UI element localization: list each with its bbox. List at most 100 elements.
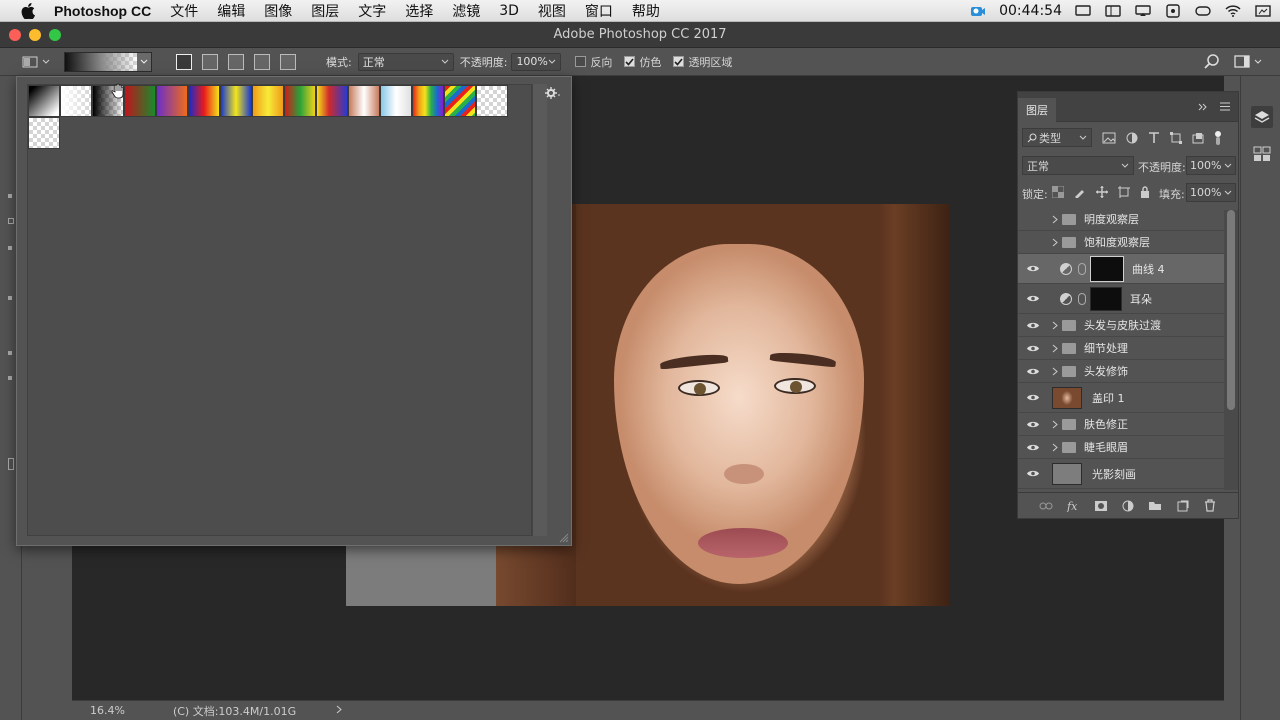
- gradient-preset-swatch[interactable]: [412, 85, 444, 117]
- gradient-preset-swatch[interactable]: [252, 85, 284, 117]
- gradient-preview-swatch[interactable]: [65, 52, 137, 71]
- check-icon[interactable]: [673, 56, 685, 67]
- menu-view[interactable]: 视图: [538, 1, 566, 21]
- layer-thumbnail[interactable]: [1052, 386, 1082, 409]
- layer-filter-select[interactable]: 类型: [1022, 128, 1092, 147]
- tab-layers[interactable]: 图层: [1018, 98, 1056, 122]
- layer-row[interactable]: 明度观察层: [1018, 208, 1224, 231]
- link-layers-icon[interactable]: [1039, 500, 1053, 512]
- add-mask-icon[interactable]: [1094, 500, 1108, 512]
- gradient-preset-swatch[interactable]: [220, 85, 252, 117]
- transparency-checkbox[interactable]: 透明区域: [673, 54, 732, 70]
- new-adjustment-layer-icon[interactable]: [1121, 500, 1135, 512]
- layer-mask-thumbnail[interactable]: [1090, 255, 1124, 282]
- angle-gradient-button[interactable]: [228, 53, 244, 70]
- layer-opacity-field[interactable]: 100%: [1186, 156, 1236, 175]
- chevron-right-icon[interactable]: [1048, 420, 1062, 429]
- chevron-right-icon[interactable]: [1048, 238, 1062, 247]
- linear-gradient-button[interactable]: [176, 53, 192, 70]
- reflected-gradient-button[interactable]: [254, 53, 270, 70]
- menu-help[interactable]: 帮助: [632, 1, 660, 21]
- menu-window[interactable]: 窗口: [585, 1, 613, 21]
- chevron-right-icon[interactable]: [1048, 367, 1062, 376]
- gear-icon[interactable]: [545, 87, 560, 101]
- mode-select[interactable]: 正常: [357, 52, 454, 71]
- adjustments-panel-icon[interactable]: [1253, 146, 1271, 165]
- menu-image[interactable]: 图像: [264, 1, 292, 21]
- gradient-preset-swatch[interactable]: [124, 85, 156, 117]
- menu-select[interactable]: 选择: [405, 1, 433, 21]
- layer-mask-thumbnail[interactable]: [1090, 286, 1122, 311]
- link-icon[interactable]: [1078, 292, 1086, 305]
- display-icon[interactable]: [1074, 4, 1092, 18]
- gradient-preset-swatch[interactable]: [60, 85, 92, 117]
- layer-style-fx-icon[interactable]: fx: [1066, 500, 1080, 512]
- eye-icon[interactable]: [1018, 420, 1048, 429]
- eye-icon[interactable]: [1018, 294, 1048, 303]
- chevron-right-icon[interactable]: [1048, 321, 1062, 330]
- sidebar-icon[interactable]: [1104, 4, 1122, 18]
- gradient-preset-swatch[interactable]: [28, 85, 60, 117]
- collapse-panel-icon[interactable]: [1198, 101, 1208, 114]
- resize-grip-icon[interactable]: [559, 533, 569, 543]
- opacity-field[interactable]: 100%: [511, 52, 562, 71]
- layer-row[interactable]: 耳朵: [1018, 284, 1224, 314]
- blend-mode-select[interactable]: 正常: [1022, 156, 1134, 175]
- gradient-preset-swatch[interactable]: [444, 85, 476, 117]
- eye-icon[interactable]: [1018, 264, 1048, 273]
- workspace-switcher[interactable]: [1234, 55, 1262, 68]
- layer-row-selected[interactable]: 曲线 4: [1018, 254, 1224, 284]
- check-icon[interactable]: [624, 56, 636, 67]
- menu-filter[interactable]: 滤镜: [452, 1, 480, 21]
- link-icon[interactable]: [1078, 262, 1086, 275]
- diamond-gradient-button[interactable]: [280, 53, 296, 70]
- wifi-icon[interactable]: [1224, 4, 1242, 18]
- chevron-right-icon[interactable]: [1048, 215, 1062, 224]
- panel-menu-icon[interactable]: [1220, 101, 1230, 114]
- status-menu-arrow-icon[interactable]: [336, 704, 342, 717]
- new-group-icon[interactable]: [1148, 500, 1162, 512]
- eye-icon[interactable]: [1018, 321, 1048, 330]
- menu-type[interactable]: 文字: [358, 1, 386, 21]
- eye-icon[interactable]: [1018, 443, 1048, 452]
- eye-icon[interactable]: [1018, 344, 1048, 353]
- gradient-preset-swatch[interactable]: [284, 85, 316, 117]
- eye-icon[interactable]: [1018, 393, 1048, 402]
- checkbox-box[interactable]: [575, 56, 587, 67]
- layer-row[interactable]: 头发与皮肤过渡: [1018, 314, 1224, 337]
- dither-checkbox[interactable]: 仿色: [624, 54, 661, 70]
- layers-panel-icon[interactable]: [1251, 106, 1273, 128]
- gradient-preset-swatch[interactable]: [476, 85, 508, 117]
- gradient-picker-button[interactable]: [64, 51, 152, 72]
- layer-row[interactable]: 饱和度观察层: [1018, 231, 1224, 254]
- apple-icon[interactable]: [20, 2, 36, 19]
- tool-icon[interactable]: [8, 351, 12, 355]
- tool-icon[interactable]: [8, 376, 12, 380]
- airplay-icon[interactable]: [1134, 4, 1152, 18]
- layers-scrollbar[interactable]: [1224, 210, 1238, 490]
- menu-file[interactable]: 文件: [170, 1, 198, 21]
- gradient-presets-scrollbar[interactable]: [532, 84, 547, 536]
- search-icon[interactable]: [1204, 54, 1220, 73]
- reverse-checkbox[interactable]: 反向: [575, 54, 612, 70]
- fill-field[interactable]: 100%: [1186, 183, 1236, 202]
- chevron-down-icon[interactable]: [137, 52, 151, 71]
- eye-icon[interactable]: [1018, 367, 1048, 376]
- layer-row[interactable]: 盖印 1: [1018, 383, 1224, 413]
- layer-row[interactable]: 肤色修正: [1018, 413, 1224, 436]
- layer-row[interactable]: 睫毛眼眉: [1018, 436, 1224, 459]
- menu-3d[interactable]: 3D: [499, 3, 519, 19]
- eye-icon[interactable]: [1018, 469, 1048, 478]
- tool-icon[interactable]: [8, 246, 12, 250]
- tool-preset-picker[interactable]: [22, 55, 50, 69]
- gradient-preset-swatch[interactable]: [188, 85, 220, 117]
- tool-icon[interactable]: [8, 458, 14, 470]
- gradient-preset-swatch[interactable]: [348, 85, 380, 117]
- screenshot-icon[interactable]: [1254, 4, 1272, 18]
- toggle-icon[interactable]: [1194, 4, 1212, 18]
- gradient-preset-swatch[interactable]: [28, 117, 60, 149]
- chevron-right-icon[interactable]: [1048, 344, 1062, 353]
- delete-layer-icon[interactable]: [1203, 499, 1217, 512]
- gradient-preset-swatch[interactable]: [380, 85, 412, 117]
- cast-icon[interactable]: [1164, 4, 1182, 18]
